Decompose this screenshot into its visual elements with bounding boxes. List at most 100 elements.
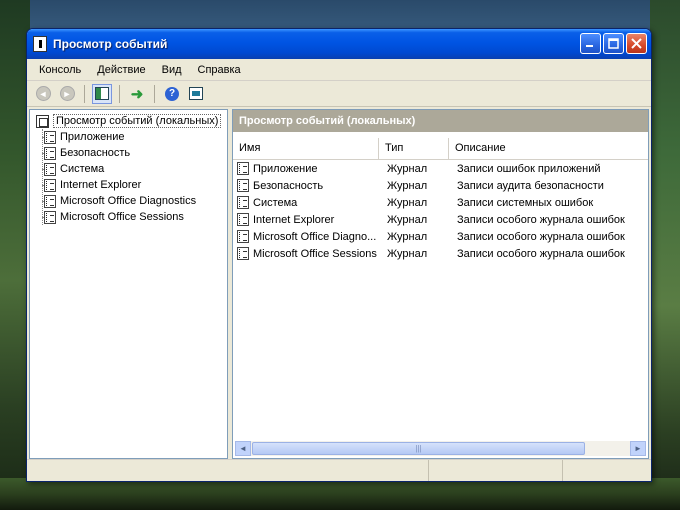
grip-icon: |||: [415, 444, 422, 453]
type-cell: Журнал: [387, 179, 428, 192]
tree-item-application[interactable]: Приложение: [30, 129, 227, 145]
help-icon: ?: [165, 86, 179, 101]
properties-button[interactable]: [186, 84, 206, 104]
log-icon: [237, 213, 249, 226]
maximize-icon: [608, 38, 619, 49]
menu-view[interactable]: Вид: [154, 62, 190, 78]
log-icon: [237, 196, 249, 209]
export-button[interactable]: ➜: [127, 84, 147, 104]
status-segment: [429, 460, 563, 481]
tree-item-label: Безопасность: [60, 147, 131, 159]
log-icon: [44, 162, 56, 176]
name-cell: Microsoft Office Diagno...: [233, 230, 379, 243]
log-icon: [237, 162, 249, 175]
name-cell: Internet Explorer: [233, 213, 379, 226]
toolbar-separator: [84, 84, 85, 103]
column-header-description[interactable]: Описание: [449, 138, 648, 159]
description-cell: Записи аудита безопасности: [457, 179, 604, 192]
name-cell: Система: [233, 196, 379, 209]
main-content: Просмотр событий (локальных) Приложение …: [29, 109, 649, 459]
column-header-type[interactable]: Тип: [379, 138, 449, 159]
event-viewer-window: Просмотр событий Консоль Действие Вид Сп…: [26, 28, 652, 482]
help-button[interactable]: ?: [162, 84, 182, 104]
toolbar-separator: [154, 84, 155, 103]
table-row[interactable]: Microsoft Office Sessions Журнал Записи …: [233, 245, 648, 262]
log-icon: [44, 146, 56, 160]
description-cell: Записи особого журнала ошибок: [457, 247, 625, 260]
forward-button[interactable]: ►: [57, 84, 77, 104]
close-button[interactable]: [626, 33, 647, 54]
tree-item-internet-explorer[interactable]: Internet Explorer: [30, 177, 227, 193]
name-cell: Безопасность: [233, 179, 379, 192]
table-row[interactable]: Internet Explorer Журнал Записи особого …: [233, 211, 648, 228]
scroll-track[interactable]: |||: [251, 441, 630, 456]
horizontal-scrollbar[interactable]: ◄ ||| ►: [235, 441, 646, 456]
chevron-right-icon: ►: [634, 444, 642, 453]
tree-item-system[interactable]: Система: [30, 161, 227, 177]
show-hide-tree-button[interactable]: [92, 83, 112, 104]
menu-action[interactable]: Действие: [89, 62, 153, 78]
table-row[interactable]: Microsoft Office Diagno... Журнал Записи…: [233, 228, 648, 245]
toolbar-separator: [119, 84, 120, 103]
back-icon: ◄: [35, 86, 51, 101]
log-icon: [44, 194, 56, 208]
forward-icon: ►: [59, 86, 75, 101]
details-pane: Просмотр событий (локальных) Имя Тип Опи…: [232, 109, 649, 459]
toolbar: ◄ ► ➜ ?: [27, 81, 651, 107]
type-cell: Журнал: [387, 213, 428, 226]
name-cell: Приложение: [233, 162, 379, 175]
back-button[interactable]: ◄: [33, 84, 53, 104]
log-icon: [237, 179, 249, 192]
minimize-button[interactable]: [580, 33, 601, 54]
log-name: Система: [253, 196, 298, 209]
type-cell: Журнал: [387, 196, 428, 209]
status-bar: [27, 459, 651, 481]
tree-item-office-sessions[interactable]: Microsoft Office Sessions: [30, 209, 227, 225]
title-bar[interactable]: Просмотр событий: [27, 29, 651, 59]
scroll-thumb[interactable]: |||: [252, 442, 585, 455]
tree-item-office-diagnostics[interactable]: Microsoft Office Diagnostics: [30, 193, 227, 209]
type-cell: Журнал: [387, 247, 428, 260]
properties-icon: [189, 87, 203, 100]
log-name: Microsoft Office Diagno...: [253, 230, 377, 243]
column-headers: Имя Тип Описание: [233, 138, 648, 160]
description-cell: Записи особого журнала ошибок: [457, 213, 625, 226]
show-hide-tree-icon: [95, 87, 109, 100]
table-row[interactable]: Система Журнал Записи системных ошибок: [233, 194, 648, 211]
tree-root-label: Просмотр событий (локальных): [53, 114, 222, 128]
maximize-button[interactable]: [603, 33, 624, 54]
log-icon: [237, 230, 249, 243]
log-icon: [44, 130, 56, 144]
status-segment: [27, 460, 429, 481]
log-icon: [237, 247, 249, 260]
menu-help[interactable]: Справка: [190, 62, 249, 78]
log-icon: [44, 178, 56, 192]
desktop-wallpaper-bottom: [0, 478, 680, 510]
table-row[interactable]: Приложение Журнал Записи ошибок приложен…: [233, 160, 648, 177]
log-name: Безопасность: [253, 179, 324, 192]
export-icon: ➜: [130, 85, 144, 103]
tree-item-label: Internet Explorer: [60, 179, 142, 191]
minimize-icon: [586, 45, 593, 47]
close-icon: [631, 38, 642, 49]
name-cell: Microsoft Office Sessions: [233, 247, 379, 260]
table-row[interactable]: Безопасность Журнал Записи аудита безопа…: [233, 177, 648, 194]
tree-item-label: Microsoft Office Sessions: [60, 211, 184, 223]
event-viewer-icon: [33, 36, 47, 52]
column-header-name[interactable]: Имя: [233, 138, 379, 159]
details-header: Просмотр событий (локальных): [233, 110, 648, 132]
tree-item-label: Приложение: [60, 131, 125, 143]
scroll-right-button[interactable]: ►: [630, 441, 646, 456]
desktop-wallpaper-right: [650, 0, 680, 510]
log-name: Internet Explorer: [253, 213, 335, 226]
menu-console[interactable]: Консоль: [31, 62, 89, 78]
scroll-left-button[interactable]: ◄: [235, 441, 251, 456]
window-controls: [580, 33, 647, 54]
window-title: Просмотр событий: [53, 37, 168, 51]
log-name: Приложение: [253, 162, 318, 175]
description-cell: Записи ошибок приложений: [457, 162, 601, 175]
tree-root[interactable]: Просмотр событий (локальных): [30, 113, 227, 129]
type-cell: Журнал: [387, 162, 428, 175]
description-cell: Записи системных ошибок: [457, 196, 594, 209]
tree-item-security[interactable]: Безопасность: [30, 145, 227, 161]
